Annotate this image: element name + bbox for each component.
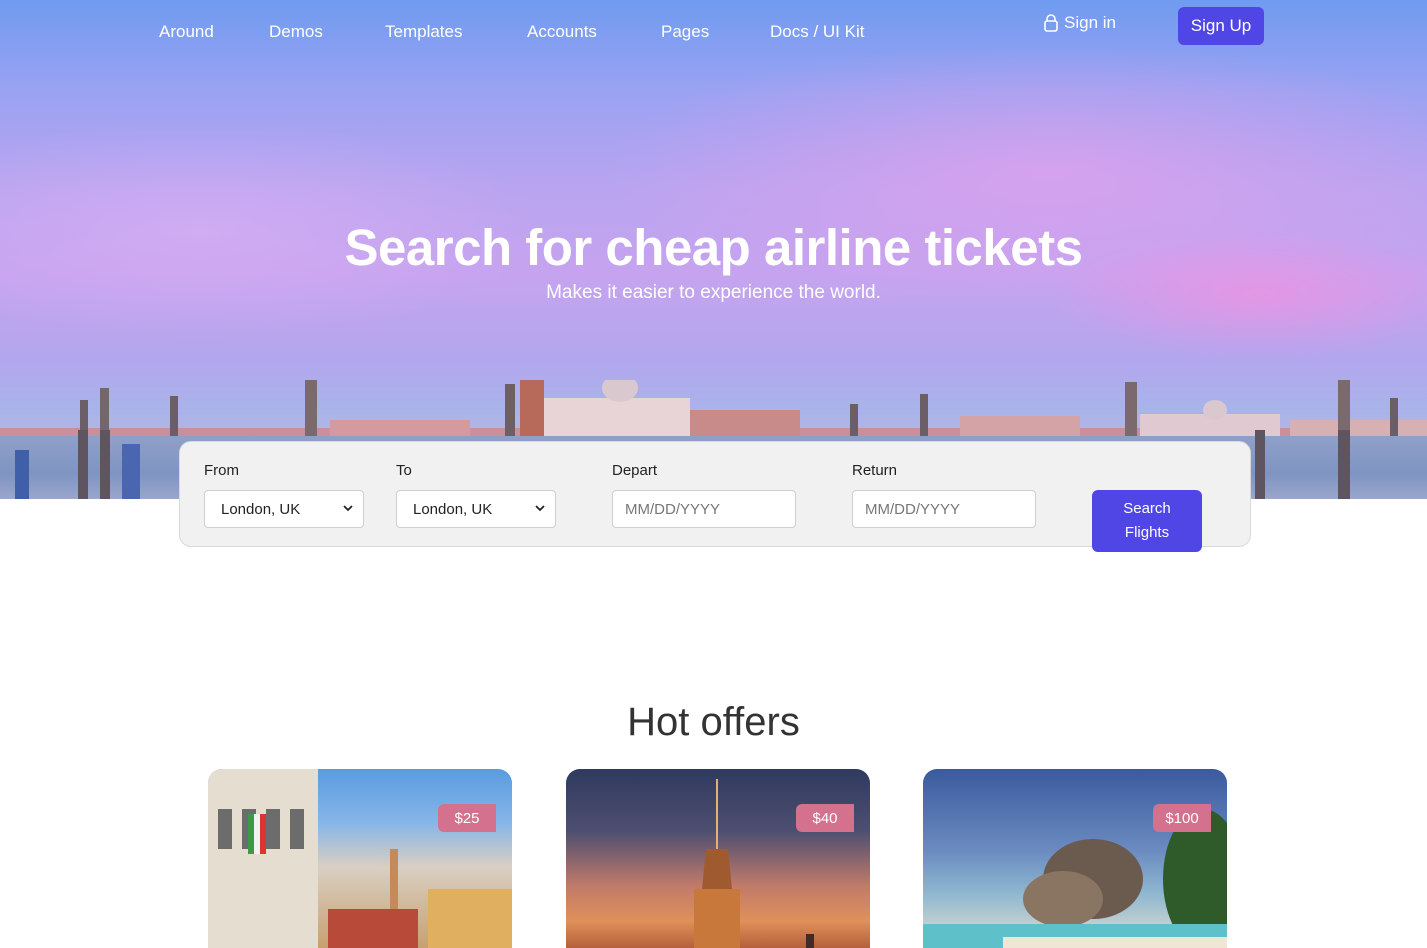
nav-around[interactable]: Around: [159, 22, 214, 42]
signup-button[interactable]: Sign Up: [1178, 7, 1264, 45]
venice-photo: [208, 769, 512, 948]
offer-card-venice[interactable]: $25: [208, 769, 512, 948]
seychelles-photo: [923, 809, 1227, 948]
chevron-down-icon: [535, 505, 545, 512]
offer-card-seychelles[interactable]: $100: [923, 769, 1227, 948]
hot-offers-heading: Hot offers: [627, 700, 800, 744]
flight-search-form: From London, UK To London, UK Depart MM/…: [179, 441, 1251, 552]
user-icon: [1044, 14, 1058, 32]
depart-label: Depart: [612, 462, 658, 479]
return-label: Return: [852, 462, 898, 479]
search-flights-button[interactable]: Search Flights: [1092, 490, 1202, 552]
hero-subtitle: Makes it easier to experience the world.: [546, 282, 881, 303]
nav-templates[interactable]: Templates: [385, 22, 462, 42]
nav-docs-ui-kit[interactable]: Docs / UI Kit: [770, 22, 864, 42]
price-badge: $40: [796, 804, 854, 832]
price-badge: $25: [438, 804, 496, 832]
chevron-down-icon: [343, 505, 353, 512]
nav-accounts[interactable]: Accounts: [527, 22, 597, 42]
to-value: London, UK: [413, 500, 493, 518]
depart-date-input[interactable]: MM/DD/YYYY: [612, 490, 796, 528]
from-select[interactable]: London, UK: [204, 490, 364, 528]
price-badge: $100: [1153, 804, 1211, 832]
signin-link[interactable]: Sign in: [1043, 13, 1116, 33]
signin-label: Sign in: [1064, 13, 1116, 32]
nav-pages[interactable]: Pages: [661, 22, 709, 42]
to-label: To: [396, 462, 412, 479]
newyork-photo: [694, 779, 814, 948]
from-label: From: [204, 462, 239, 479]
to-select[interactable]: London, UK: [396, 490, 556, 528]
from-value: London, UK: [221, 500, 301, 518]
return-date-input[interactable]: MM/DD/YYYY: [852, 490, 1036, 528]
offer-card-newyork[interactable]: $40: [566, 769, 870, 948]
nav-demos[interactable]: Demos: [269, 22, 323, 42]
hero-title: Search for cheap airline tickets: [344, 219, 1084, 276]
